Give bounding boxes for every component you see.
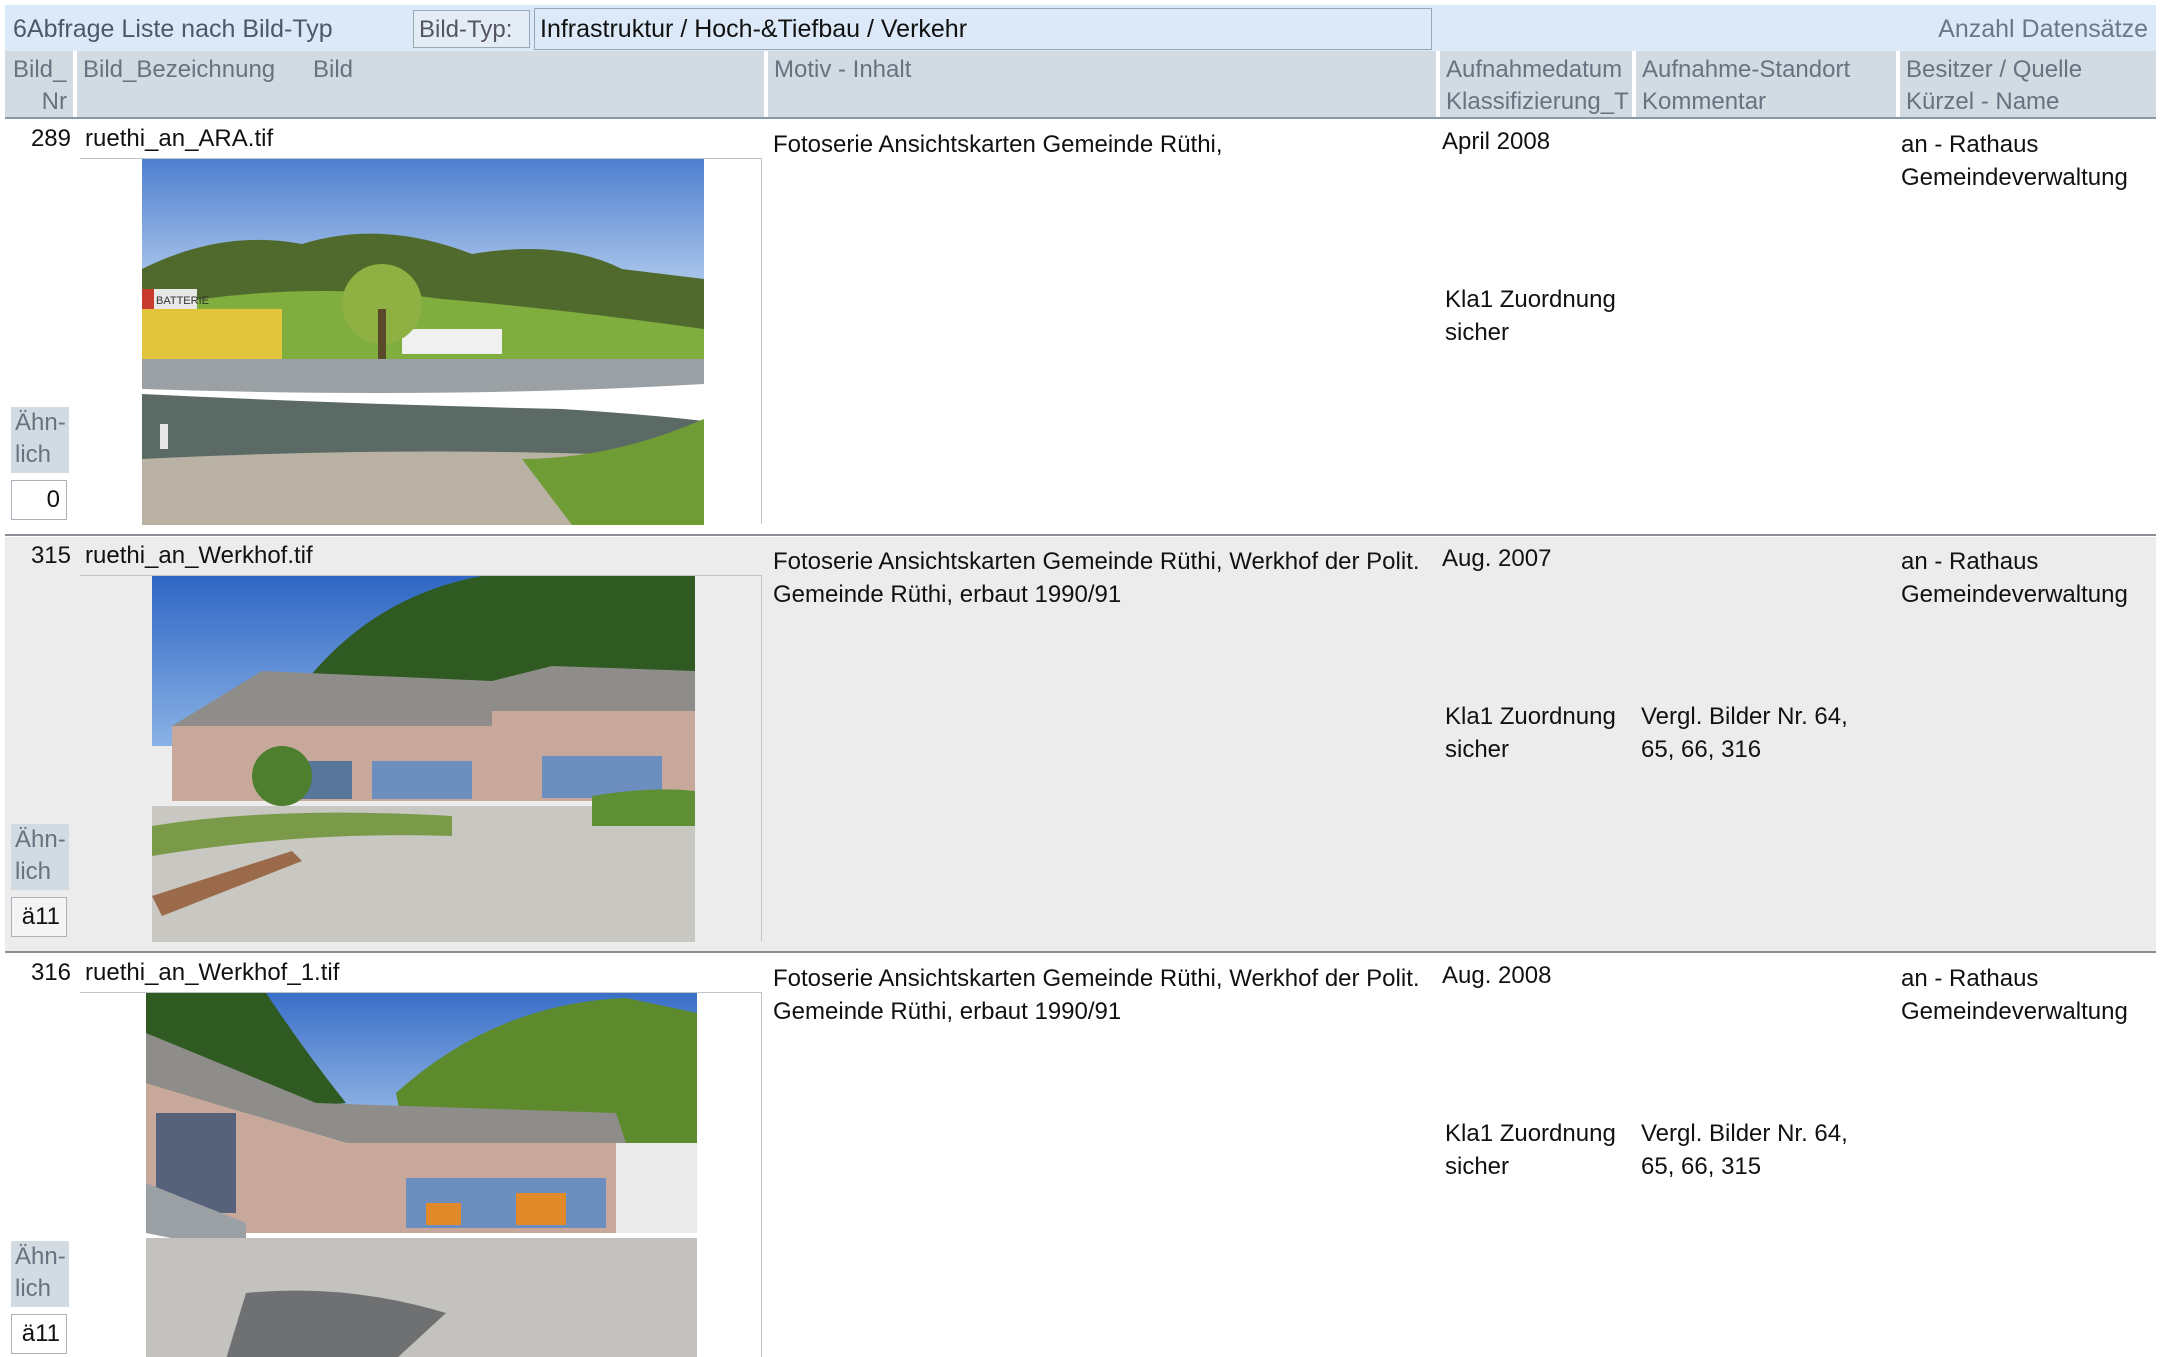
col-standort-line1: Aufnahme-Standort <box>1642 56 1851 83</box>
report-title: 6Abfrage Liste nach Bild-Typ <box>13 15 333 43</box>
record-row: 316 ruethi_an_Werkhof_1.tif Fotoserie An… <box>5 954 2156 1357</box>
record-klassifizierung: Kla1 Zuordnung sicher <box>1445 283 1635 349</box>
col-aufnahmedatum: Aufnahmedatum Klassifizierung_T <box>1440 51 1632 117</box>
aehnlich-label: Ähn-lich <box>11 407 69 473</box>
col-besitzer: Besitzer / Quelle Kürzel - Name <box>1900 51 2156 117</box>
record-nr: 315 <box>30 542 71 569</box>
photo-werkhof-1[interactable] <box>146 993 697 1357</box>
bild-typ-field[interactable]: Infrastruktur / Hoch-&Tiefbau / Verkehr <box>534 8 1432 50</box>
column-header-row: Bild_ Nr Bild_Bezeichnung Bild Motiv - I… <box>5 51 2156 119</box>
photo-werkhof-image <box>152 576 695 942</box>
col-bezeichnung-label: Bild_Bezeichnung <box>83 56 276 83</box>
col-bild-bezeichnung: Bild_Bezeichnung Bild <box>77 51 764 117</box>
photo-werkhof[interactable] <box>152 576 695 942</box>
record-kommentar: Vergl. Bilder Nr. 64, 65, 66, 315 <box>1641 1120 1848 1180</box>
record-besitzer: an - Rathaus Gemeindeverwaltung <box>1901 128 2151 194</box>
besitzer-line2: Gemeindeverwaltung <box>1901 164 2128 191</box>
besitzer-line1: an - Rathaus <box>1901 548 2039 575</box>
klass-line1: Kla1 Zuordnung <box>1445 703 1616 730</box>
photo-sign-text: BATTERIE <box>156 295 209 307</box>
aehnlich-label: Ähn-lich <box>11 1241 69 1307</box>
record-nr: 316 <box>30 959 71 986</box>
klass-line1: Kla1 Zuordnung <box>1445 286 1616 313</box>
aehnlich-field[interactable]: ä11 <box>11 897 67 937</box>
besitzer-line1: an - Rathaus <box>1901 131 2039 158</box>
col-kommentar-line2: Kommentar <box>1642 88 1767 115</box>
col-datum-line1: Aufnahmedatum <box>1446 56 1623 83</box>
photo-frame: BATTERIE <box>80 158 762 525</box>
col-standort: Aufnahme-Standort Kommentar <box>1636 51 1896 117</box>
record-motiv: Fotoserie Ansichtskarten Gemeinde Rüthi,… <box>773 965 1420 1025</box>
record-row: 315 ruethi_an_Werkhof.tif Fotoserie Ansi… <box>5 537 2156 953</box>
photo-werkhof-1-image <box>146 993 697 1357</box>
col-kuerzel-line2: Kürzel - Name <box>1906 88 2060 115</box>
record-motiv: Fotoserie Ansichtskarten Gemeinde Rüthi,… <box>773 548 1420 608</box>
record-datum: April 2008 <box>1442 128 1551 155</box>
record-nr: 289 <box>30 125 71 152</box>
report-title-bar: 6Abfrage Liste nach Bild-Typ Bild-Typ: I… <box>5 5 2156 51</box>
bild-typ-label: Bild-Typ: <box>413 10 530 48</box>
klass-line2: sicher <box>1445 1153 1510 1180</box>
record-besitzer: an - Rathaus Gemeindeverwaltung <box>1901 962 2151 1028</box>
photo-frame <box>80 992 762 1357</box>
record-filename: ruethi_an_ARA.tif <box>85 125 274 152</box>
record-datum: Aug. 2007 <box>1442 545 1552 572</box>
record-kommentar: Vergl. Bilder Nr. 64, 65, 66, 316 <box>1641 703 1848 763</box>
klass-line2: sicher <box>1445 736 1510 763</box>
klass-line1: Kla1 Zuordnung <box>1445 1120 1616 1147</box>
record-klassifizierung: Kla1 Zuordnung sicher <box>1445 700 1635 766</box>
aehnlich-field[interactable]: ä11 <box>11 1314 67 1354</box>
record-row: 289 ruethi_an_ARA.tif BATTERIE Fotoserie… <box>5 120 2156 536</box>
col-bild-nr: Bild_ Nr <box>5 51 73 117</box>
col-bild-nr-line2: Nr <box>41 88 67 115</box>
photo-ara[interactable]: BATTERIE <box>142 159 704 525</box>
record-filename: ruethi_an_Werkhof.tif <box>85 542 313 569</box>
record-klassifizierung: Kla1 Zuordnung sicher <box>1445 1117 1635 1183</box>
record-datum: Aug. 2008 <box>1442 962 1552 989</box>
col-klass-line2: Klassifizierung_T <box>1446 88 1629 115</box>
col-besitzer-line1: Besitzer / Quelle <box>1906 56 2083 83</box>
besitzer-line1: an - Rathaus <box>1901 965 2039 992</box>
record-besitzer: an - Rathaus Gemeindeverwaltung <box>1901 545 2151 611</box>
col-bild-nr-line1: Bild_ <box>13 56 67 83</box>
record-filename: ruethi_an_Werkhof_1.tif <box>85 959 340 986</box>
aehnlich-label: Ähn-lich <box>11 824 69 890</box>
record-count-label: Anzahl Datensätze <box>1938 15 2148 43</box>
besitzer-line2: Gemeindeverwaltung <box>1901 998 2128 1025</box>
col-motiv: Motiv - Inhalt <box>768 51 1436 117</box>
record-motiv: Fotoserie Ansichtskarten Gemeinde Rüthi, <box>773 131 1223 158</box>
photo-frame <box>80 575 762 942</box>
col-bild-label: Bild <box>313 56 354 83</box>
aehnlich-field[interactable]: 0 <box>11 480 67 520</box>
photo-ara-image: BATTERIE <box>142 159 704 525</box>
besitzer-line2: Gemeindeverwaltung <box>1901 581 2128 608</box>
klass-line2: sicher <box>1445 319 1510 346</box>
